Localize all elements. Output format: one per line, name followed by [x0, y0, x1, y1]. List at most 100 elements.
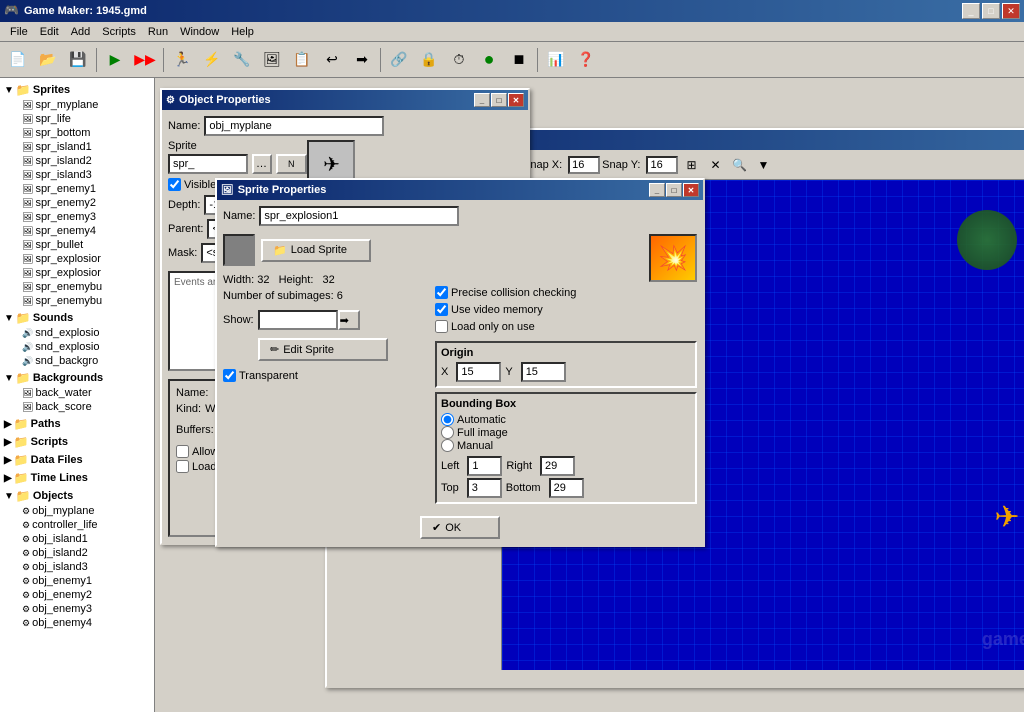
tree-obj-enemy1[interactable]: ⚙obj_enemy1: [2, 574, 152, 588]
sound-load-only-checkbox[interactable]: [176, 460, 189, 473]
section-sprites[interactable]: ▼ 📁 Sprites: [2, 82, 152, 98]
bb-automatic-label[interactable]: Automatic: [441, 413, 691, 426]
obj-name-input[interactable]: [204, 116, 384, 136]
bb-top-input[interactable]: [467, 478, 502, 498]
menu-run[interactable]: Run: [142, 24, 174, 40]
close-button[interactable]: ✕: [1002, 3, 1020, 19]
origin-y-input[interactable]: [521, 362, 566, 382]
tree-snd-explosio1[interactable]: 🔊snd_explosio: [2, 326, 152, 340]
tree-spr-enemy3[interactable]: 🖼spr_enemy3: [2, 210, 152, 224]
tb-stop[interactable]: ▶▶: [131, 46, 159, 74]
sprite-props-maximize[interactable]: □: [666, 183, 682, 197]
tree-spr-island3[interactable]: 🖼spr_island3: [2, 168, 152, 182]
obj-props-close[interactable]: ✕: [508, 93, 524, 107]
sprite-name-input[interactable]: [259, 206, 459, 226]
bb-automatic-radio[interactable]: [441, 413, 454, 426]
tb-lock[interactable]: 🔒: [415, 46, 443, 74]
bb-left-input[interactable]: [467, 456, 502, 476]
transparent-label[interactable]: Transparent: [223, 369, 423, 382]
room-tb-grid[interactable]: ⊞: [680, 154, 702, 176]
video-memory-label[interactable]: Use video memory: [435, 303, 697, 316]
minimize-button[interactable]: _: [962, 3, 980, 19]
tree-obj-island3[interactable]: ⚙obj_island3: [2, 560, 152, 574]
tree-spr-enemybu1[interactable]: 🖼spr_enemybu: [2, 280, 152, 294]
sprite-ok-button[interactable]: ✔ OK: [420, 516, 500, 539]
tree-spr-explosior1[interactable]: 🖼spr_explosior: [2, 252, 152, 266]
tree-spr-explosior2[interactable]: 🖼spr_explosior: [2, 266, 152, 280]
bb-fullimage-radio[interactable]: [441, 426, 454, 439]
section-timelines[interactable]: ▶ 📁 Time Lines: [2, 470, 152, 486]
tree-obj-island1[interactable]: ⚙obj_island1: [2, 532, 152, 546]
tb-green[interactable]: ●: [475, 46, 503, 74]
menu-edit[interactable]: Edit: [34, 24, 65, 40]
transparent-checkbox[interactable]: [223, 369, 236, 382]
tb-gamemaker[interactable]: 🏃: [168, 46, 196, 74]
tree-spr-enemybu2[interactable]: 🖼spr_enemybu: [2, 294, 152, 308]
tb-chart[interactable]: 📊: [542, 46, 570, 74]
tree-spr-bullet[interactable]: 🖼spr_bullet: [2, 238, 152, 252]
tb-open[interactable]: 📂: [34, 46, 62, 74]
tb-paste[interactable]: 📋: [288, 46, 316, 74]
tb-redo[interactable]: ➡: [348, 46, 376, 74]
snap-x-input[interactable]: 16: [568, 156, 600, 174]
tree-snd-backgro[interactable]: 🔊snd_backgro: [2, 354, 152, 368]
tree-obj-island2[interactable]: ⚙obj_island2: [2, 546, 152, 560]
tree-spr-myplane[interactable]: 🖼spr_myplane: [2, 98, 152, 112]
bb-manual-radio[interactable]: [441, 439, 454, 452]
tree-obj-enemy3[interactable]: ⚙obj_enemy3: [2, 602, 152, 616]
bb-right-input[interactable]: [540, 456, 575, 476]
origin-x-input[interactable]: [456, 362, 501, 382]
tb-timer[interactable]: ⏱: [445, 46, 473, 74]
precise-checkbox[interactable]: [435, 286, 448, 299]
section-paths[interactable]: ▶ 📁 Paths: [2, 416, 152, 432]
tb-sound[interactable]: 🔧: [228, 46, 256, 74]
video-memory-checkbox[interactable]: [435, 303, 448, 316]
sound-effects-checkbox[interactable]: [176, 445, 189, 458]
room-tb-zoom[interactable]: 🔍: [728, 154, 750, 176]
obj-props-maximize[interactable]: □: [491, 93, 507, 107]
tb-run[interactable]: ▶: [101, 46, 129, 74]
tb-help[interactable]: ❓: [572, 46, 600, 74]
maximize-button[interactable]: □: [982, 3, 1000, 19]
bb-fullimage-label[interactable]: Full image: [441, 426, 691, 439]
tb-background[interactable]: 🖼: [258, 46, 286, 74]
menu-window[interactable]: Window: [174, 24, 225, 40]
tree-obj-myplane[interactable]: ⚙obj_myplane: [2, 504, 152, 518]
snap-y-input[interactable]: 16: [646, 156, 678, 174]
obj-props-minimize[interactable]: _: [474, 93, 490, 107]
edit-sprite-button[interactable]: ✏ Edit Sprite: [258, 338, 388, 361]
tree-spr-enemy2[interactable]: 🖼spr_enemy2: [2, 196, 152, 210]
tb-black[interactable]: ■: [505, 46, 533, 74]
tree-back-score[interactable]: 🖼back_score: [2, 400, 152, 414]
obj-sprite-browse[interactable]: …: [252, 154, 272, 174]
section-backgrounds[interactable]: ▼ 📁 Backgrounds: [2, 370, 152, 386]
section-scripts[interactable]: ▶ 📁 Scripts: [2, 434, 152, 450]
section-datafiles[interactable]: ▶ 📁 Data Files: [2, 452, 152, 468]
visible-checkbox[interactable]: [168, 178, 181, 191]
obj-props-titlebar[interactable]: ⚙ Object Properties _ □ ✕: [162, 90, 528, 110]
load-sprite-button[interactable]: 📁 Load Sprite: [261, 239, 371, 262]
tree-spr-island2[interactable]: 🖼spr_island2: [2, 154, 152, 168]
tree-spr-island1[interactable]: 🖼spr_island1: [2, 140, 152, 154]
menu-add[interactable]: Add: [65, 24, 97, 40]
tree-back-water[interactable]: 🖼back_water: [2, 386, 152, 400]
obj-sprite-input[interactable]: [168, 154, 248, 174]
tb-link[interactable]: 🔗: [385, 46, 413, 74]
room-tb-zoom-arrow[interactable]: ▼: [752, 154, 774, 176]
section-objects[interactable]: ▼ 📁 Objects: [2, 488, 152, 504]
tree-obj-controller[interactable]: ⚙controller_life: [2, 518, 152, 532]
room-tb-settings[interactable]: ✕: [704, 154, 726, 176]
menu-file[interactable]: File: [4, 24, 34, 40]
tb-new[interactable]: 📄: [4, 46, 32, 74]
bb-bottom-input[interactable]: [549, 478, 584, 498]
sprite-props-titlebar[interactable]: 🖼 Sprite Properties _ □ ✕: [217, 180, 703, 200]
precise-label[interactable]: Precise collision checking: [435, 286, 697, 299]
tree-spr-bottom[interactable]: 🖼spr_bottom: [2, 126, 152, 140]
load-only-checkbox[interactable]: [435, 320, 448, 333]
menu-scripts[interactable]: Scripts: [96, 24, 142, 40]
tree-obj-enemy2[interactable]: ⚙obj_enemy2: [2, 588, 152, 602]
tree-spr-enemy1[interactable]: 🖼spr_enemy1: [2, 182, 152, 196]
tb-save[interactable]: 💾: [64, 46, 92, 74]
show-forward-btn[interactable]: ➡: [338, 310, 360, 330]
tree-spr-life[interactable]: 🖼spr_life: [2, 112, 152, 126]
